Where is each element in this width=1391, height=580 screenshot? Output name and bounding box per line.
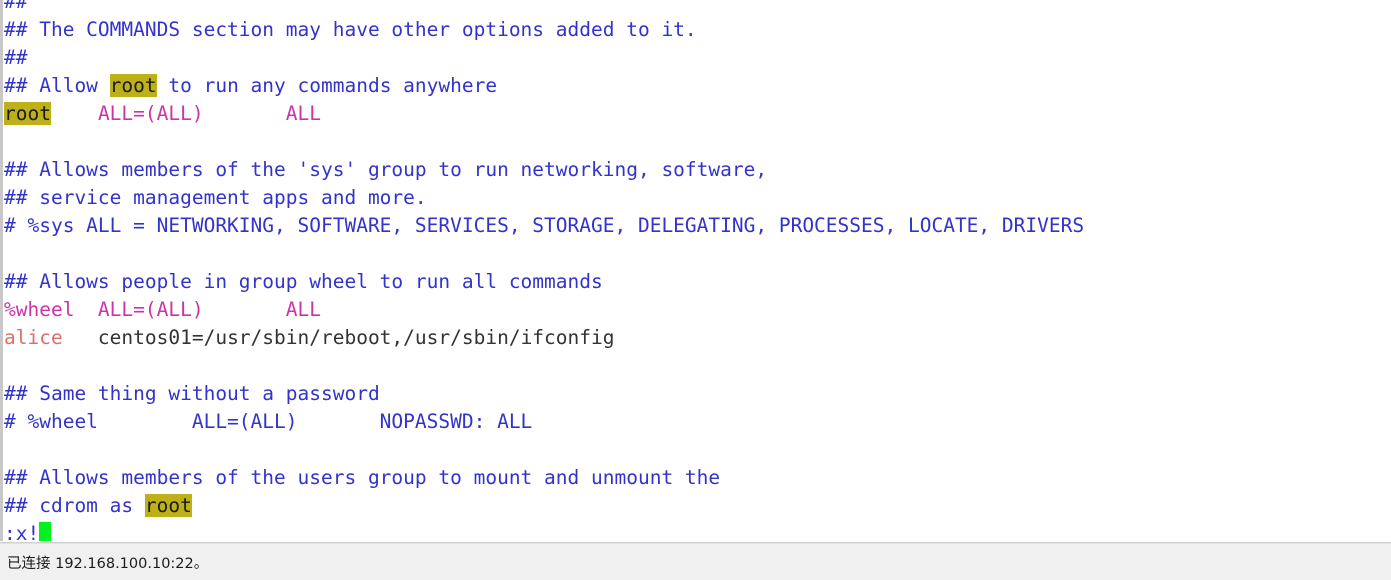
search-match-highlight: root	[109, 74, 157, 97]
terminal-line: # %sys ALL = NETWORKING, SOFTWARE, SERVI…	[3, 212, 1391, 240]
terminal-text-area[interactable]: ## ## The COMMANDS section may have other…	[3, 0, 1391, 541]
status-bar: 已连接 192.168.100.10:22。	[0, 543, 1391, 580]
terminal-text-segment: ##	[4, 46, 28, 69]
terminal-text-segment: %wheel ALL=(ALL) ALL	[4, 298, 321, 321]
terminal-cursor	[39, 522, 51, 541]
terminal-text-segment: # %wheel ALL=(ALL) NOPASSWD: ALL	[4, 410, 533, 433]
terminal-text-segment: alice	[4, 326, 63, 349]
terminal-text-segment: ## Allows members of the users group to …	[4, 466, 721, 489]
terminal-text-segment: centos01=/usr/sbin/reboot,/usr/sbin/ifco…	[62, 326, 615, 349]
terminal-text-segment: ## cdrom as	[4, 494, 145, 517]
terminal-line: ## Allows people in group wheel to run a…	[3, 268, 1391, 296]
terminal-line: ## Allows members of the 'sys' group to …	[3, 156, 1391, 184]
terminal-viewport[interactable]: ## ## The COMMANDS section may have other…	[0, 0, 1391, 541]
terminal-text-segment: ## Allows people in group wheel to run a…	[4, 270, 603, 293]
terminal-text-segment: ## Allows members of the 'sys' group to …	[4, 158, 768, 181]
terminal-line: ## service management apps and more.	[3, 184, 1391, 212]
terminal-text-segment: ## Same thing without a password	[4, 382, 380, 405]
ssh-terminal-window: ## ## The COMMANDS section may have other…	[0, 0, 1391, 580]
terminal-text-segment: :x!	[4, 522, 40, 541]
terminal-text-segment: ## Allow	[4, 74, 110, 97]
terminal-line: alice centos01=/usr/sbin/reboot,/usr/sbi…	[3, 324, 1391, 352]
terminal-line: :x!	[3, 520, 1391, 541]
search-match-highlight: root	[4, 102, 51, 125]
terminal-line: ##	[3, 0, 1391, 16]
terminal-text-segment: # %sys ALL = NETWORKING, SOFTWARE, SERVI…	[4, 214, 1085, 237]
terminal-line: ## cdrom as root	[3, 492, 1391, 520]
terminal-text-segment: ##	[4, 0, 28, 13]
terminal-line: ## Allow root to run any commands anywhe…	[3, 72, 1391, 100]
terminal-line: ## Same thing without a password	[3, 380, 1391, 408]
terminal-line: root ALL=(ALL) ALL	[3, 100, 1391, 128]
terminal-text-segment: ## service management apps and more.	[4, 186, 427, 209]
terminal-text-segment: to run any commands anywhere	[156, 74, 498, 97]
terminal-text-segment: ALL=(ALL) ALL	[97, 102, 321, 125]
terminal-line: ##	[3, 44, 1391, 72]
terminal-line: ## Allows members of the users group to …	[3, 464, 1391, 492]
connection-status-text: 已连接 192.168.100.10:22。	[7, 555, 209, 572]
search-match-highlight: root	[144, 494, 192, 517]
terminal-text-segment: ## The COMMANDS section may have other o…	[4, 18, 697, 41]
terminal-line: # %wheel ALL=(ALL) NOPASSWD: ALL	[3, 408, 1391, 436]
terminal-line: ## The COMMANDS section may have other o…	[3, 16, 1391, 44]
terminal-line: %wheel ALL=(ALL) ALL	[3, 296, 1391, 324]
